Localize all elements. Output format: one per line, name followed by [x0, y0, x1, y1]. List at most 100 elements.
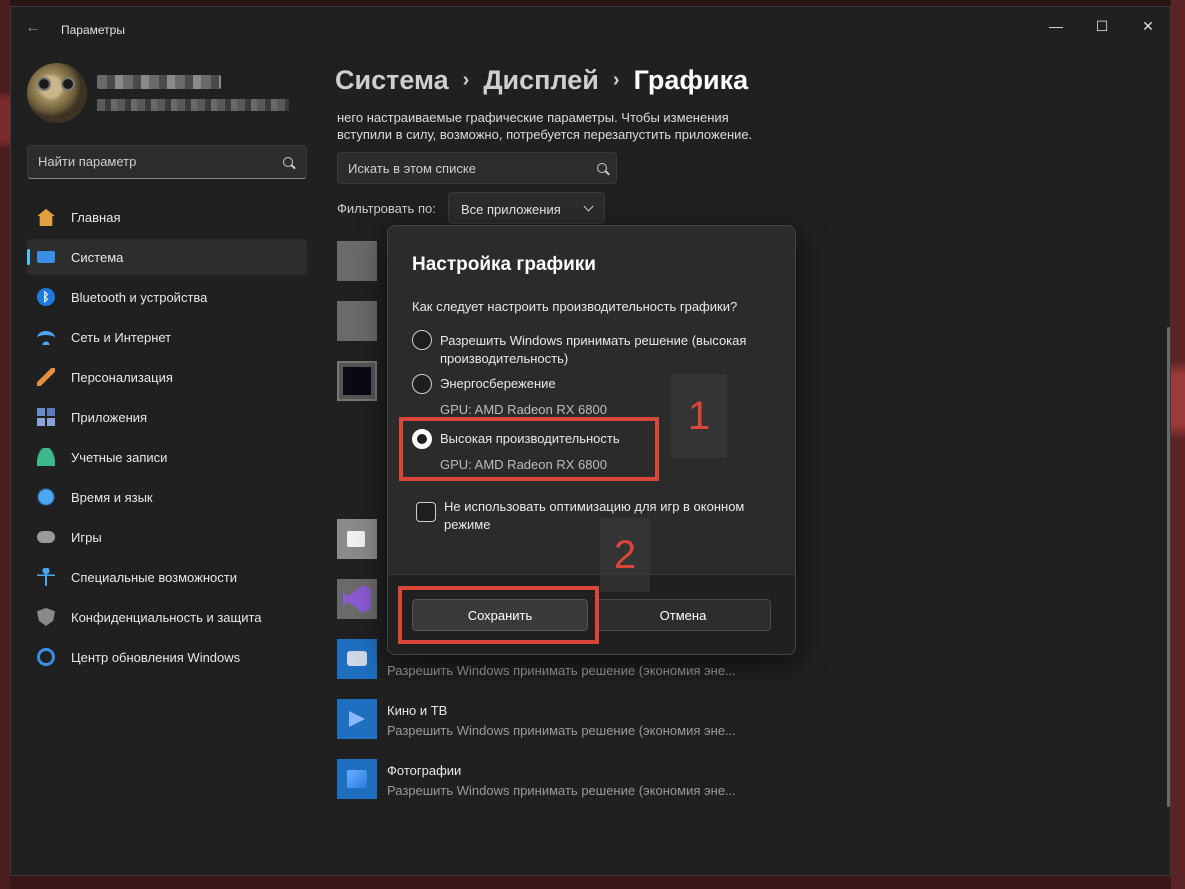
scrollbar[interactable]: [1167, 327, 1170, 807]
annotation-number-1: 1: [671, 374, 727, 458]
sidebar-item-label: Центр обновления Windows: [71, 650, 241, 665]
app-row-name[interactable]: Кино и ТВ: [387, 703, 447, 718]
sidebar-item-system[interactable]: Система: [27, 239, 307, 275]
sidebar-item-label: Приложения: [71, 410, 148, 425]
description-line: него настраиваемые графические параметры…: [337, 110, 729, 125]
dialog-title: Настройка графики: [412, 254, 596, 275]
system-icon: [37, 251, 55, 263]
sidebar-item-label: Конфиденциальность и защита: [71, 610, 262, 625]
store-app-icon: [337, 519, 377, 559]
radio-power-saving[interactable]: [412, 374, 432, 394]
description-line: вступили в силу, возможно, потребуется п…: [337, 127, 753, 142]
app-icon: [337, 301, 377, 341]
play-icon: [349, 711, 365, 727]
camera-app-icon: [337, 639, 377, 679]
breadcrumb-system[interactable]: Система: [335, 65, 449, 95]
sidebar-search-input[interactable]: [38, 154, 268, 169]
search-icon[interactable]: [282, 156, 296, 170]
title-bar: ← Параметры — ☐ ✕: [11, 7, 1170, 51]
gamepad-icon: [37, 531, 55, 543]
sidebar-item-label: Сеть и Интернет: [71, 330, 172, 345]
chevron-down-icon: [583, 201, 594, 212]
chevron-right-icon: ›: [462, 69, 470, 91]
radio-label[interactable]: Энергосбережение: [440, 375, 780, 393]
minimize-button[interactable]: —: [1033, 11, 1079, 41]
app-icon: [337, 361, 377, 401]
sidebar-item-label: Персонализация: [71, 370, 173, 385]
accessibility-icon: [37, 568, 55, 586]
radio-let-windows-decide[interactable]: [412, 330, 432, 350]
bluetooth-icon: ᛒ: [37, 288, 55, 306]
app-list-search-input[interactable]: [348, 161, 578, 176]
sidebar-item-network[interactable]: Сеть и Интернет: [27, 319, 307, 355]
app-icon: [337, 241, 377, 281]
page-description: него настраиваемые графические параметры…: [337, 109, 807, 143]
close-button[interactable]: ✕: [1125, 11, 1170, 41]
home-icon: [37, 208, 55, 226]
avatar-eye-left: [37, 77, 51, 91]
annotation-highlight-1: [399, 417, 659, 481]
sidebar-nav: Главная Система ᛒ Bluetooth и устройства…: [27, 199, 307, 679]
movies-tv-app-icon: [337, 699, 377, 739]
filter-label: Фильтровать по:: [337, 201, 436, 216]
sidebar-item-label: Система: [71, 250, 124, 265]
sidebar-item-label: Bluetooth и устройства: [71, 290, 208, 305]
annotation-number-2: 2: [600, 518, 650, 592]
app-icon-art: [343, 367, 371, 395]
sidebar-item-bluetooth[interactable]: ᛒ Bluetooth и устройства: [27, 279, 307, 315]
update-icon: [37, 648, 55, 666]
globe-clock-icon: [37, 488, 55, 506]
store-bag-icon: [347, 531, 365, 547]
page-title: Графика: [633, 65, 749, 95]
radio-label[interactable]: Разрешить Windows принимать решение (выс…: [440, 332, 780, 368]
sidebar-item-apps[interactable]: Приложения: [27, 399, 307, 435]
brush-icon: [37, 368, 55, 386]
app-row-setting[interactable]: Разрешить Windows принимать решение (эко…: [387, 723, 736, 738]
sidebar-item-home[interactable]: Главная: [27, 199, 307, 235]
breadcrumb-display[interactable]: Дисплей: [483, 65, 599, 95]
app-row-name[interactable]: Фотографии: [387, 763, 461, 778]
sidebar-item-label: Игры: [71, 530, 102, 545]
wifi-icon: [37, 331, 55, 345]
avatar-eye-right: [61, 77, 75, 91]
profile-name-blurred: [97, 75, 221, 89]
sidebar-item-personalization[interactable]: Персонализация: [27, 359, 307, 395]
profile-email-blurred: [97, 99, 289, 111]
windowed-optimization-checkbox[interactable]: [416, 502, 436, 522]
sidebar-item-time-language[interactable]: Время и язык: [27, 479, 307, 515]
sidebar-item-windows-update[interactable]: Центр обновления Windows: [27, 639, 307, 675]
maximize-button[interactable]: ☐: [1079, 11, 1125, 41]
app-title: Параметры: [61, 23, 125, 37]
sidebar-item-label: Главная: [71, 210, 121, 225]
sidebar-item-label: Специальные возможности: [71, 570, 237, 585]
sidebar-item-accounts[interactable]: Учетные записи: [27, 439, 307, 475]
dialog-question: Как следует настроить производительность…: [412, 299, 738, 314]
chevron-right-icon: ›: [612, 69, 620, 91]
visual-studio-app-icon: [337, 579, 377, 619]
sidebar-item-label: Время и язык: [71, 490, 153, 505]
app-row-setting[interactable]: Разрешить Windows принимать решение (эко…: [387, 663, 736, 678]
breadcrumb: Система › Дисплей › Графика: [335, 65, 748, 96]
radio-gpu-info: GPU: AMD Radeon RX 6800: [440, 402, 607, 417]
back-arrow-icon[interactable]: ←: [23, 18, 43, 38]
search-icon[interactable]: [596, 162, 610, 176]
sidebar-item-privacy[interactable]: Конфиденциальность и защита: [27, 599, 307, 635]
filter-dropdown[interactable]: Все приложения: [448, 192, 605, 224]
annotation-highlight-2: [398, 586, 599, 644]
app-row-setting[interactable]: Разрешить Windows принимать решение (эко…: [387, 783, 736, 798]
photos-app-icon: [337, 759, 377, 799]
shield-icon: [37, 608, 55, 626]
app-list-search[interactable]: [337, 152, 617, 184]
cancel-button[interactable]: Отмена: [595, 599, 771, 631]
sidebar-item-accessibility[interactable]: Специальные возможности: [27, 559, 307, 595]
camera-icon: [347, 651, 367, 666]
filter-dropdown-value: Все приложения: [461, 202, 561, 217]
avatar[interactable]: [27, 63, 87, 123]
user-icon: [37, 448, 55, 466]
sidebar-item-label: Учетные записи: [71, 450, 168, 465]
sidebar-item-gaming[interactable]: Игры: [27, 519, 307, 555]
sidebar-search[interactable]: [27, 145, 307, 179]
visual-studio-icon: [343, 585, 371, 613]
photo-icon: [347, 770, 367, 788]
apps-icon: [37, 408, 55, 426]
